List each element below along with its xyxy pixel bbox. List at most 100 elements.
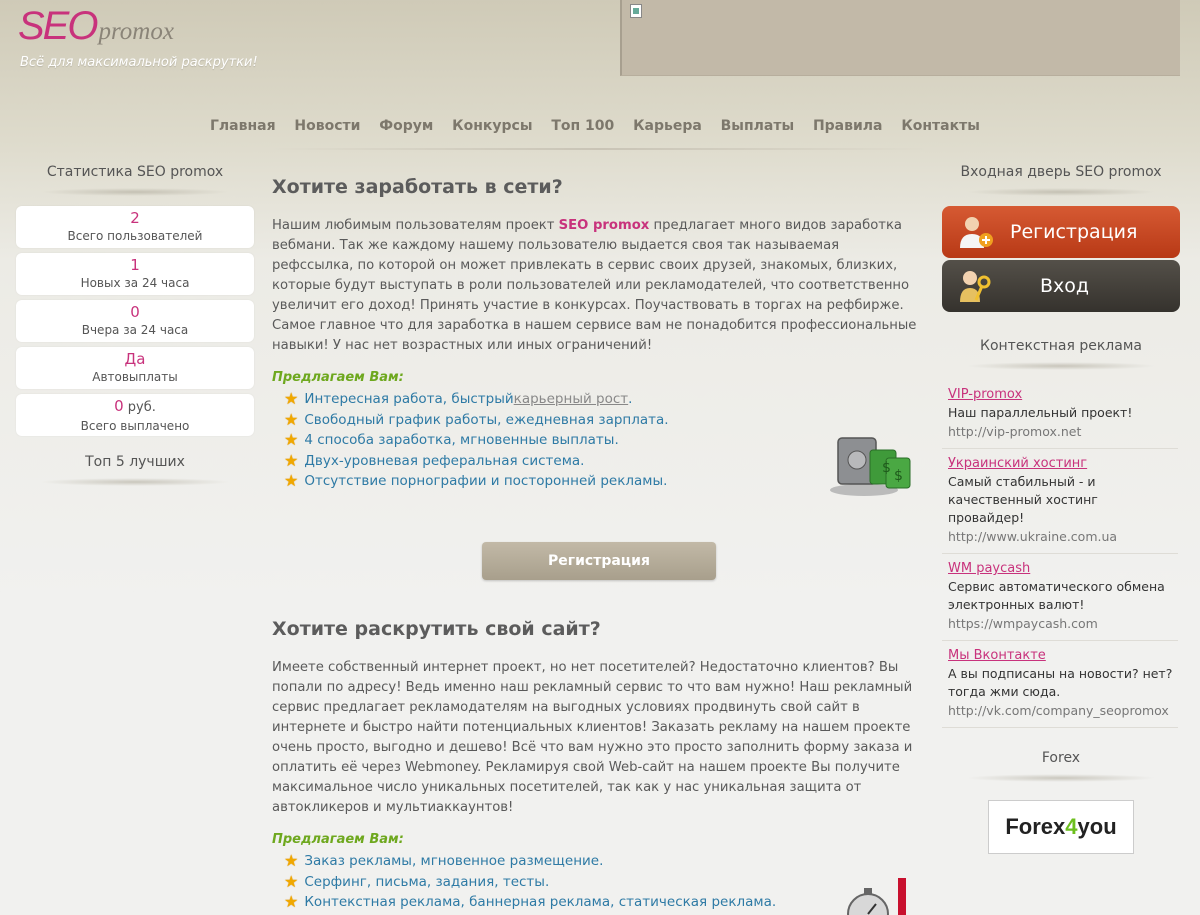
section-title-earn: Хотите заработать в сети?: [272, 176, 563, 198]
stat-autopayouts: Да Автовыплаты: [16, 347, 254, 389]
nav-news[interactable]: Новости: [294, 118, 360, 134]
right-sidebar: Входная дверь SEO promox Регистрация Вхо…: [942, 164, 1180, 854]
stat-label: Вчера за 24 часа: [81, 323, 189, 337]
list-item-text: Контекстная реклама, баннерная реклама, …: [304, 894, 777, 910]
stats-title: Статистика SEO promox: [46, 164, 224, 180]
ad-title-link[interactable]: Украинский хостинг: [948, 455, 1178, 473]
divider: [965, 188, 1157, 196]
list-item: ★ Серфинг, письма, задания, тесты.: [284, 872, 924, 893]
logo-seo-text: SEO: [18, 4, 98, 48]
stat-value: 1: [130, 256, 140, 274]
forex-you: you: [1077, 814, 1117, 839]
ad-description: А вы подписаны на новости? нет? тогда жм…: [948, 666, 1173, 699]
star-icon: ★: [284, 471, 299, 490]
ad-item: Украинский хостинг Самый стабильный - и …: [942, 449, 1178, 554]
stat-value-number: 0: [114, 397, 124, 415]
nav-contacts[interactable]: Контакты: [901, 118, 980, 134]
nav-career[interactable]: Карьера: [633, 118, 702, 134]
offer-heading: Предлагаем Вам:: [272, 832, 404, 847]
broken-image-icon: [630, 4, 642, 18]
forex-title: Forex: [1041, 750, 1081, 766]
divider: [39, 188, 231, 196]
nav-top100[interactable]: Топ 100: [551, 118, 614, 134]
list-item-text: Заказ рекламы, мгновенное размещение.: [304, 853, 604, 869]
left-sidebar: Статистика SEO promox 2 Всего пользовате…: [16, 164, 254, 496]
stat-value: Да: [124, 350, 146, 368]
career-link[interactable]: карьерный рост: [514, 389, 629, 410]
sidebar-login-button[interactable]: Вход: [942, 260, 1180, 312]
list-item: ★ Интересная работа, быстрый карьерный ро…: [284, 389, 924, 410]
ad-url: http://www.ukraine.com.ua: [948, 529, 1118, 544]
top5-title: Топ 5 лучших: [85, 454, 185, 470]
site-logo[interactable]: SEOpromox: [18, 4, 174, 49]
register-label: Регистрация: [1010, 221, 1138, 243]
header-banner[interactable]: [620, 0, 1180, 76]
ad-description: Самый стабильный - и качественный хостин…: [948, 474, 1098, 525]
ad-url: http://vk.com/company_seopromox: [948, 703, 1169, 718]
nav-contests[interactable]: Конкурсы: [452, 118, 532, 134]
svg-text:$: $: [882, 460, 891, 476]
register-button[interactable]: Регистрация: [482, 542, 716, 580]
forex4you-banner[interactable]: Forex 4 you: [988, 800, 1134, 854]
stat-label: Всего пользователей: [67, 229, 203, 243]
list-item: ★ Свободный график работы, ежедневная зар…: [284, 410, 924, 431]
stat-unit: руб.: [123, 400, 156, 415]
stopwatch-icon: [847, 878, 906, 915]
star-icon: ★: [284, 851, 299, 870]
ad-item: WM paycash Сервис автоматического обмена…: [942, 554, 1178, 641]
list-item-text: 4 способа заработка, мгновенные выплаты.: [304, 432, 619, 448]
stat-value: 2: [130, 209, 140, 227]
stat-label: Всего выплачено: [80, 419, 190, 433]
promote-paragraph: Имеете собственный интернет проект, но н…: [272, 660, 913, 815]
star-icon: ★: [284, 409, 299, 429]
forex-four: 4: [1065, 814, 1078, 839]
logo-promox-text: promox: [98, 18, 174, 45]
nav-rules[interactable]: Правила: [813, 118, 883, 134]
list-item-text: .: [628, 391, 633, 407]
para-text: Нашим любимым пользователям проект: [272, 218, 559, 233]
promote-features-list: ★ Заказ рекламы, мгновенное размещение. ★…: [284, 851, 924, 913]
ad-url: https://wmpaycash.com: [948, 616, 1098, 631]
stat-total-paid: 0 руб. Всего выплачено: [16, 394, 254, 436]
brand-name: SEO promox: [558, 218, 650, 233]
ad-description: Сервис автоматического обмена электронны…: [948, 579, 1165, 612]
list-item-text: Свободный график работы, ежедневная зарп…: [304, 411, 669, 428]
nav-payouts[interactable]: Выплаты: [721, 118, 794, 134]
ad-item: VIP-promox Наш параллельный проект! http…: [942, 380, 1178, 449]
stat-label: Новых за 24 часа: [80, 276, 190, 290]
list-item: ★ Контекстная реклама, баннерная реклама,…: [284, 892, 924, 913]
stat-label: Автовыплаты: [92, 370, 178, 384]
divider: [965, 774, 1157, 782]
forex-text: Forex: [1005, 814, 1066, 839]
nav-forum[interactable]: Форум: [379, 118, 433, 134]
para-text: предлагает много видов заработка вебмани…: [272, 218, 917, 353]
offer-heading: Предлагаем Вам:: [272, 370, 404, 385]
ad-title-link[interactable]: VIP-promox: [948, 386, 1178, 404]
stat-total-users: 2 Всего пользователей: [16, 206, 254, 248]
list-item-text: Интересная работа, быстрый: [304, 391, 514, 407]
ad-url: http://vip-promox.net: [948, 424, 1082, 439]
earn-paragraph: Нашим любимым пользователям проект SEO p…: [272, 216, 924, 356]
sidebar-register-button[interactable]: Регистрация: [942, 206, 1180, 258]
stat-value: 0 руб.: [16, 397, 254, 417]
main-nav: Главная Новости Форум Конкурсы Топ 100 К…: [210, 118, 980, 134]
nav-home[interactable]: Главная: [210, 118, 276, 134]
main-content: Хотите заработать в сети? Нашим любимым …: [272, 176, 924, 915]
ad-item: Мы Вконтакте А вы подписаны на новости? …: [942, 641, 1178, 728]
divider: [39, 478, 231, 486]
key-user-icon: [960, 271, 991, 302]
ad-title-link[interactable]: Мы Вконтакте: [948, 647, 1178, 665]
stat-value: 0: [130, 303, 140, 321]
list-item-text: Отсутствие порнографии и посторонней рек…: [304, 473, 668, 489]
stat-yesterday: 0 Вчера за 24 часа: [16, 300, 254, 342]
site-tagline: Всё для максимальной раскрутки!: [20, 55, 258, 70]
section-title-promote: Хотите раскрутить свой сайт?: [272, 618, 601, 640]
list-item-text: Двух-уровневая реферальная система.: [304, 452, 585, 469]
star-icon: ★: [284, 892, 299, 911]
list-item: ★ Заказ рекламы, мгновенное размещение.: [284, 851, 924, 872]
ad-title-link[interactable]: WM paycash: [948, 560, 1178, 578]
star-icon: ★: [284, 389, 299, 408]
entry-title: Входная дверь SEO promox: [960, 164, 1162, 180]
nav-divider: [270, 148, 930, 150]
stat-new-24h: 1 Новых за 24 часа: [16, 253, 254, 295]
